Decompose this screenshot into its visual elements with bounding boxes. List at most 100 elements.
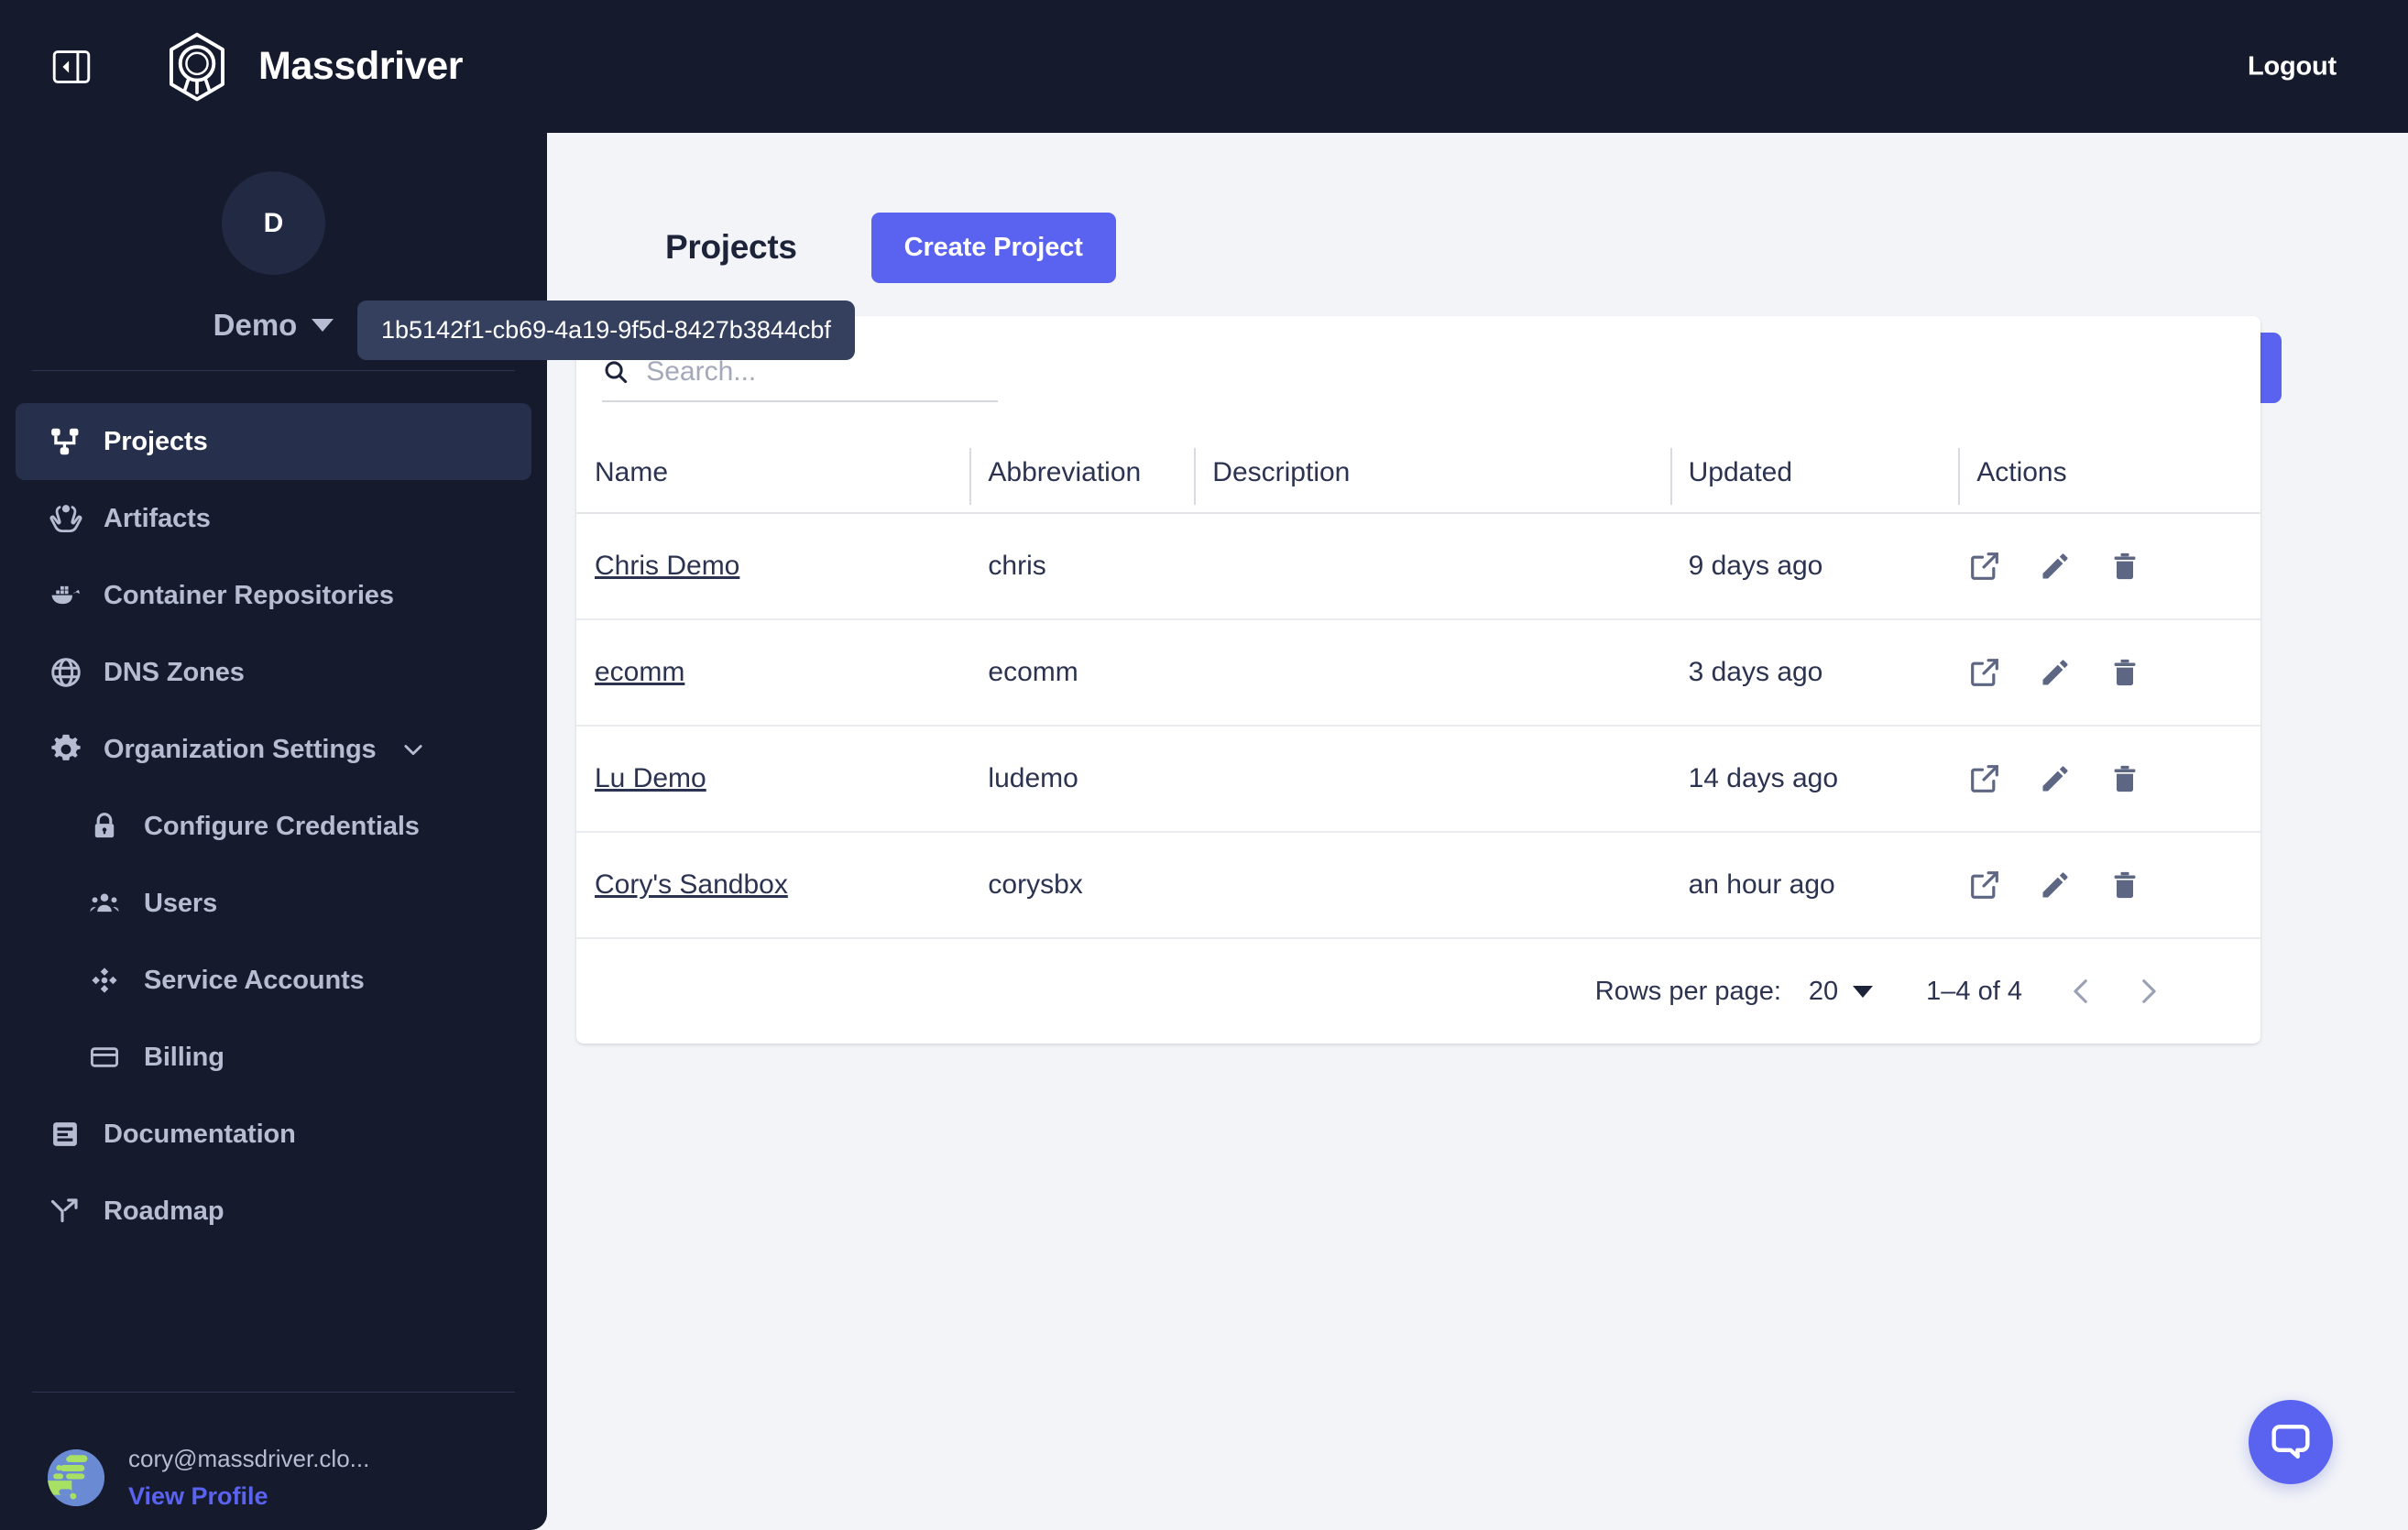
table-row: Chris Demo chris 9 days ago — [576, 513, 2260, 620]
project-abbreviation: corysbx — [969, 832, 1195, 939]
search-input[interactable] — [646, 356, 998, 388]
project-abbreviation: chris — [969, 513, 1195, 620]
roadmap-arrow-icon — [49, 1195, 89, 1228]
brand-name: Massdriver — [258, 44, 464, 88]
sidebar-item-label: Documentation — [104, 1119, 296, 1149]
chevron-left-icon — [2074, 979, 2087, 1003]
sidebar-item-label: DNS Zones — [104, 657, 245, 687]
sidebar-item-service-accounts[interactable]: Service Accounts — [16, 942, 531, 1019]
project-description — [1194, 832, 1670, 939]
page-title: Projects — [665, 228, 797, 266]
edit-pencil-icon[interactable] — [2039, 869, 2072, 902]
artifacts-hands-icon — [49, 501, 89, 536]
project-description — [1194, 619, 1670, 727]
sidebar-item-projects[interactable]: Projects — [16, 403, 531, 480]
organization-name: Demo — [213, 308, 298, 342]
table-row: ecomm ecomm 3 days ago — [576, 619, 2260, 727]
open-in-new-icon[interactable] — [1967, 761, 2002, 796]
sidebar-item-users[interactable]: Users — [16, 865, 531, 942]
user-email: cory@massdriver.clo... — [128, 1445, 370, 1472]
logout-button[interactable]: Logout — [2248, 51, 2337, 82]
edit-pencil-icon[interactable] — [2039, 550, 2072, 583]
sidebar-collapse-button[interactable] — [48, 43, 95, 91]
project-updated: 14 days ago — [1669, 726, 1959, 833]
rows-per-page-value: 20 — [1808, 976, 1839, 1006]
sidebar-item-roadmap[interactable]: Roadmap — [16, 1173, 531, 1250]
user-profile-meta: cory@massdriver.clo... View Profile — [128, 1445, 369, 1511]
projects-table: Name Abbreviation Description Updated Ac — [576, 444, 2260, 939]
project-actions — [1958, 619, 2260, 727]
sidebar-item-dns-zones[interactable]: DNS Zones — [16, 634, 531, 711]
massdriver-hex-logo-icon — [170, 32, 224, 101]
chevron-down-icon — [312, 319, 334, 332]
sidebar-item-organization-settings[interactable]: Organization Settings — [16, 711, 531, 788]
search-field[interactable] — [602, 356, 998, 402]
project-name-link[interactable]: Lu Demo — [595, 763, 706, 793]
open-in-new-icon[interactable] — [1967, 868, 2002, 902]
sidebar-item-label: Artifacts — [104, 503, 211, 533]
hierarchy-icon — [49, 424, 89, 459]
chevron-down-icon[interactable] — [400, 737, 426, 762]
credit-card-icon — [89, 1042, 129, 1073]
sidebar-item-label: Billing — [144, 1042, 224, 1072]
sidebar-item-artifacts[interactable]: Artifacts — [16, 480, 531, 557]
project-updated: 3 days ago — [1669, 619, 1959, 727]
sidebar-item-billing[interactable]: Billing — [16, 1019, 531, 1096]
edit-pencil-icon[interactable] — [2039, 656, 2072, 689]
create-project-button[interactable]: Create Project — [870, 212, 1116, 283]
sidebar-divider-top — [32, 370, 515, 371]
project-name-link[interactable]: Cory's Sandbox — [595, 869, 788, 900]
column-header-actions[interactable]: Actions — [1958, 444, 2260, 514]
open-in-new-icon[interactable] — [1967, 549, 2002, 584]
column-header-name[interactable]: Name — [576, 444, 970, 514]
previous-page-button[interactable] — [2066, 976, 2097, 1007]
edit-pencil-icon[interactable] — [2039, 762, 2072, 795]
delete-trash-icon[interactable] — [2108, 656, 2141, 689]
organization-name-row[interactable]: Demo — [213, 308, 334, 343]
search-icon — [605, 361, 628, 384]
chevron-down-icon — [1853, 985, 1874, 998]
user-profile-block[interactable]: cory@massdriver.clo... View Profile — [0, 1393, 547, 1530]
column-header-description[interactable]: Description — [1194, 444, 1670, 514]
delete-trash-icon[interactable] — [2108, 762, 2141, 795]
project-name-link[interactable]: ecomm — [595, 657, 684, 687]
sidebar-item-label: Projects — [104, 426, 208, 456]
sidebar-item-documentation[interactable]: Documentation — [16, 1096, 531, 1173]
brand-logo[interactable]: Massdriver — [161, 31, 463, 103]
view-profile-link[interactable]: View Profile — [128, 1482, 369, 1511]
rows-per-page-select[interactable]: 20 — [1808, 976, 1874, 1007]
rows-per-page-label: Rows per page: — [1594, 976, 1781, 1006]
lock-icon — [89, 811, 129, 842]
user-identicon-avatar — [48, 1449, 104, 1506]
sidebar-nav: Projects Artifacts Container Repositorie… — [0, 403, 547, 1392]
open-in-new-icon[interactable] — [1967, 655, 2002, 690]
organization-id-tooltip: 1b5142f1-cb69-4a19-9f5d-8427b3844cbf — [357, 301, 855, 360]
chat-widget-button[interactable] — [2249, 1400, 2333, 1484]
page-header: Projects Create Project — [547, 133, 2408, 307]
organization-initial: D — [263, 207, 284, 238]
project-name-link[interactable]: Chris Demo — [595, 551, 739, 581]
column-header-abbreviation[interactable]: Abbreviation — [969, 444, 1195, 514]
column-header-updated[interactable]: Updated — [1669, 444, 1959, 514]
document-icon — [49, 1118, 89, 1151]
projects-card: Name Abbreviation Description Updated Ac — [576, 316, 2260, 1044]
sidebar-item-container-repositories[interactable]: Container Repositories — [16, 557, 531, 634]
delete-trash-icon[interactable] — [2108, 869, 2141, 902]
table-row: Cory's Sandbox corysbx an hour ago — [576, 832, 2260, 939]
table-row: Lu Demo ludemo 14 days ago — [576, 726, 2260, 833]
docker-whale-icon — [49, 578, 89, 613]
sidebar-item-configure-credentials[interactable]: Configure Credentials — [16, 788, 531, 865]
sidebar-item-label: Organization Settings — [104, 734, 377, 764]
pagination-range: 1–4 of 4 — [1926, 976, 2022, 1006]
gear-icon — [49, 732, 89, 767]
project-description — [1194, 726, 1670, 833]
project-abbreviation: ecomm — [969, 619, 1195, 727]
chat-bubble-icon — [2271, 1425, 2310, 1459]
app-root: Massdriver Logout D Demo Projects Artifa… — [0, 0, 2408, 1530]
next-page-button[interactable] — [2132, 976, 2163, 1007]
pagination-bar: Rows per page: 20 1–4 of 4 — [576, 939, 2260, 1044]
project-actions — [1958, 832, 2260, 939]
project-description — [1194, 513, 1670, 620]
delete-trash-icon[interactable] — [2108, 550, 2141, 583]
organization-avatar: D — [222, 171, 325, 275]
